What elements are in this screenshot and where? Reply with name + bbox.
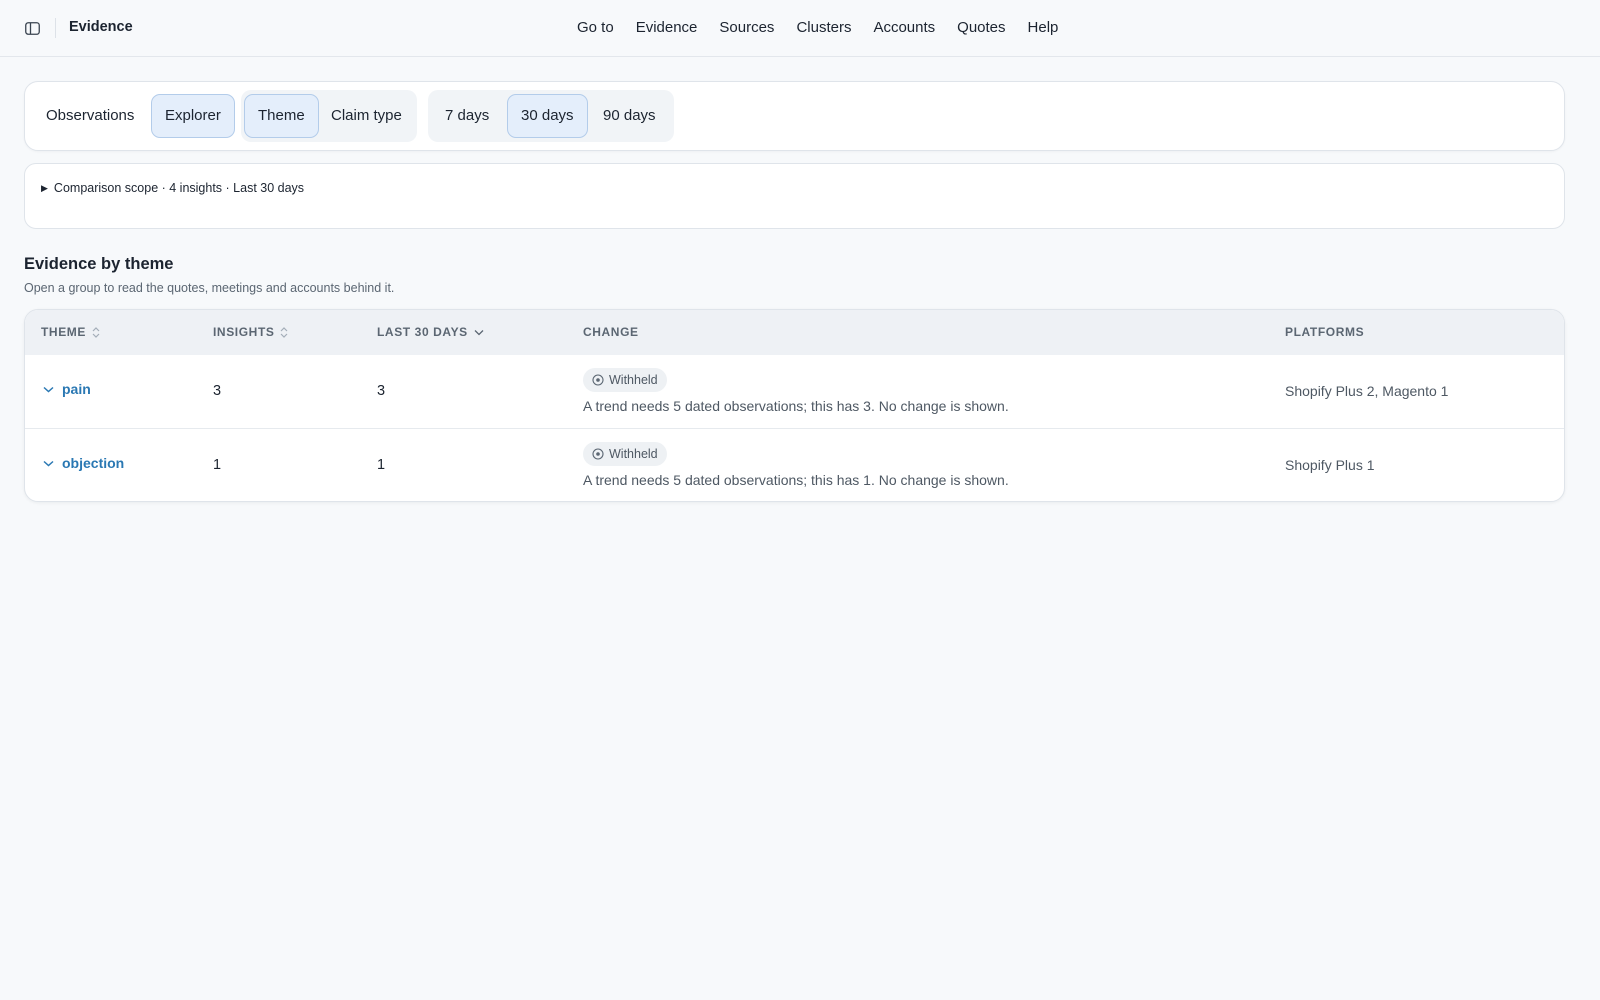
view-toolbar: Observations Explorer Theme Claim type 7… [24, 81, 1565, 151]
column-insights-label: INSIGHTS [213, 325, 275, 339]
theme-expand-toggle[interactable]: pain [43, 381, 91, 397]
column-insights-header[interactable]: INSIGHTS [213, 325, 288, 339]
nav-go-to[interactable]: Go to [566, 18, 625, 38]
nav-help[interactable]: Help [1017, 18, 1070, 38]
disclosure-triangle-icon: ▶ [41, 182, 48, 193]
topbar-divider [55, 18, 56, 38]
sort-icon [281, 326, 288, 338]
nav-evidence[interactable]: Evidence [625, 18, 709, 38]
comparison-scope-panel: ▶ Comparison scope · 4 insights · Last 3… [24, 163, 1565, 229]
table-row: pain 3 3 Withheld A trend needs 5 dated … [25, 355, 1564, 428]
table-row: objection 1 1 Withheld A trend needs 5 d… [25, 428, 1564, 501]
section-title: Evidence by theme [24, 255, 174, 273]
column-theme-header[interactable]: THEME [41, 325, 100, 339]
nav-clusters[interactable]: Clusters [785, 18, 862, 38]
theme-expand-toggle[interactable]: objection [43, 455, 124, 471]
comparison-scope-label: Comparison scope · 4 insights · Last 30 … [53, 181, 305, 195]
change-note: A trend needs 5 dated observations; this… [583, 398, 1009, 414]
observations-tab[interactable]: Observations [33, 94, 147, 138]
column-change-label: CHANGE [583, 325, 639, 339]
table-header: THEME INSIGHTS LAST 30 DAYS CHANGE PLATF… [25, 310, 1564, 355]
explorer-tab[interactable]: Explorer [151, 94, 235, 138]
column-platforms-label: PLATFORMS [1285, 325, 1365, 339]
range-90-days-button[interactable]: 90 days [589, 94, 670, 138]
column-theme-label: THEME [41, 325, 86, 339]
section-subtitle: Open a group to read the quotes, meeting… [24, 281, 395, 295]
range-7-days-button[interactable]: 7 days [431, 94, 503, 138]
nav-sources[interactable]: Sources [708, 18, 785, 38]
group-by-claim-type-button[interactable]: Claim type [317, 94, 416, 138]
group-by-theme-button[interactable]: Theme [244, 94, 319, 138]
theme-name: objection [62, 455, 125, 471]
range-30-days-button[interactable]: 30 days [507, 94, 588, 138]
evidence-table: THEME INSIGHTS LAST 30 DAYS CHANGE PLATF… [24, 309, 1565, 502]
top-bar: Evidence Go to Evidence Sources Clusters… [0, 0, 1600, 57]
column-platforms-header: PLATFORMS [1285, 325, 1364, 339]
status-badge-label: Withheld [609, 373, 658, 387]
chevron-down-icon [43, 460, 54, 467]
column-last30-label: LAST 30 DAYS [377, 325, 468, 339]
sort-icon [92, 326, 100, 338]
main-nav: Go to Evidence Sources Clusters Accounts… [566, 18, 1069, 38]
status-badge: Withheld [583, 442, 667, 466]
insights-count: 3 [213, 383, 222, 399]
withheld-icon [592, 374, 604, 386]
status-badge-label: Withheld [609, 447, 658, 461]
sidebar-toggle-icon[interactable] [24, 20, 40, 36]
column-last30-header[interactable]: LAST 30 DAYS [377, 325, 484, 339]
insights-count: 1 [213, 457, 222, 473]
platforms-value: Shopify Plus 1 [1285, 457, 1375, 473]
nav-accounts[interactable]: Accounts [862, 18, 946, 38]
app-title: Evidence [69, 19, 133, 35]
withheld-icon [592, 448, 604, 460]
comparison-scope-toggle[interactable]: ▶ Comparison scope · 4 insights · Last 3… [41, 181, 304, 195]
group-by-segmented: Theme Claim type [241, 90, 417, 142]
range-segmented: 7 days 30 days 90 days [428, 90, 674, 142]
last30-count: 1 [377, 457, 386, 473]
chevron-down-icon [43, 386, 54, 393]
platforms-value: Shopify Plus 2, Magento 1 [1285, 383, 1449, 399]
nav-quotes[interactable]: Quotes [946, 18, 1016, 38]
column-change-header: CHANGE [583, 325, 639, 339]
sort-descending-icon [474, 329, 484, 335]
change-note: A trend needs 5 dated observations; this… [583, 472, 1009, 488]
theme-name: pain [62, 381, 91, 397]
status-badge: Withheld [583, 368, 667, 392]
last30-count: 3 [377, 383, 386, 399]
